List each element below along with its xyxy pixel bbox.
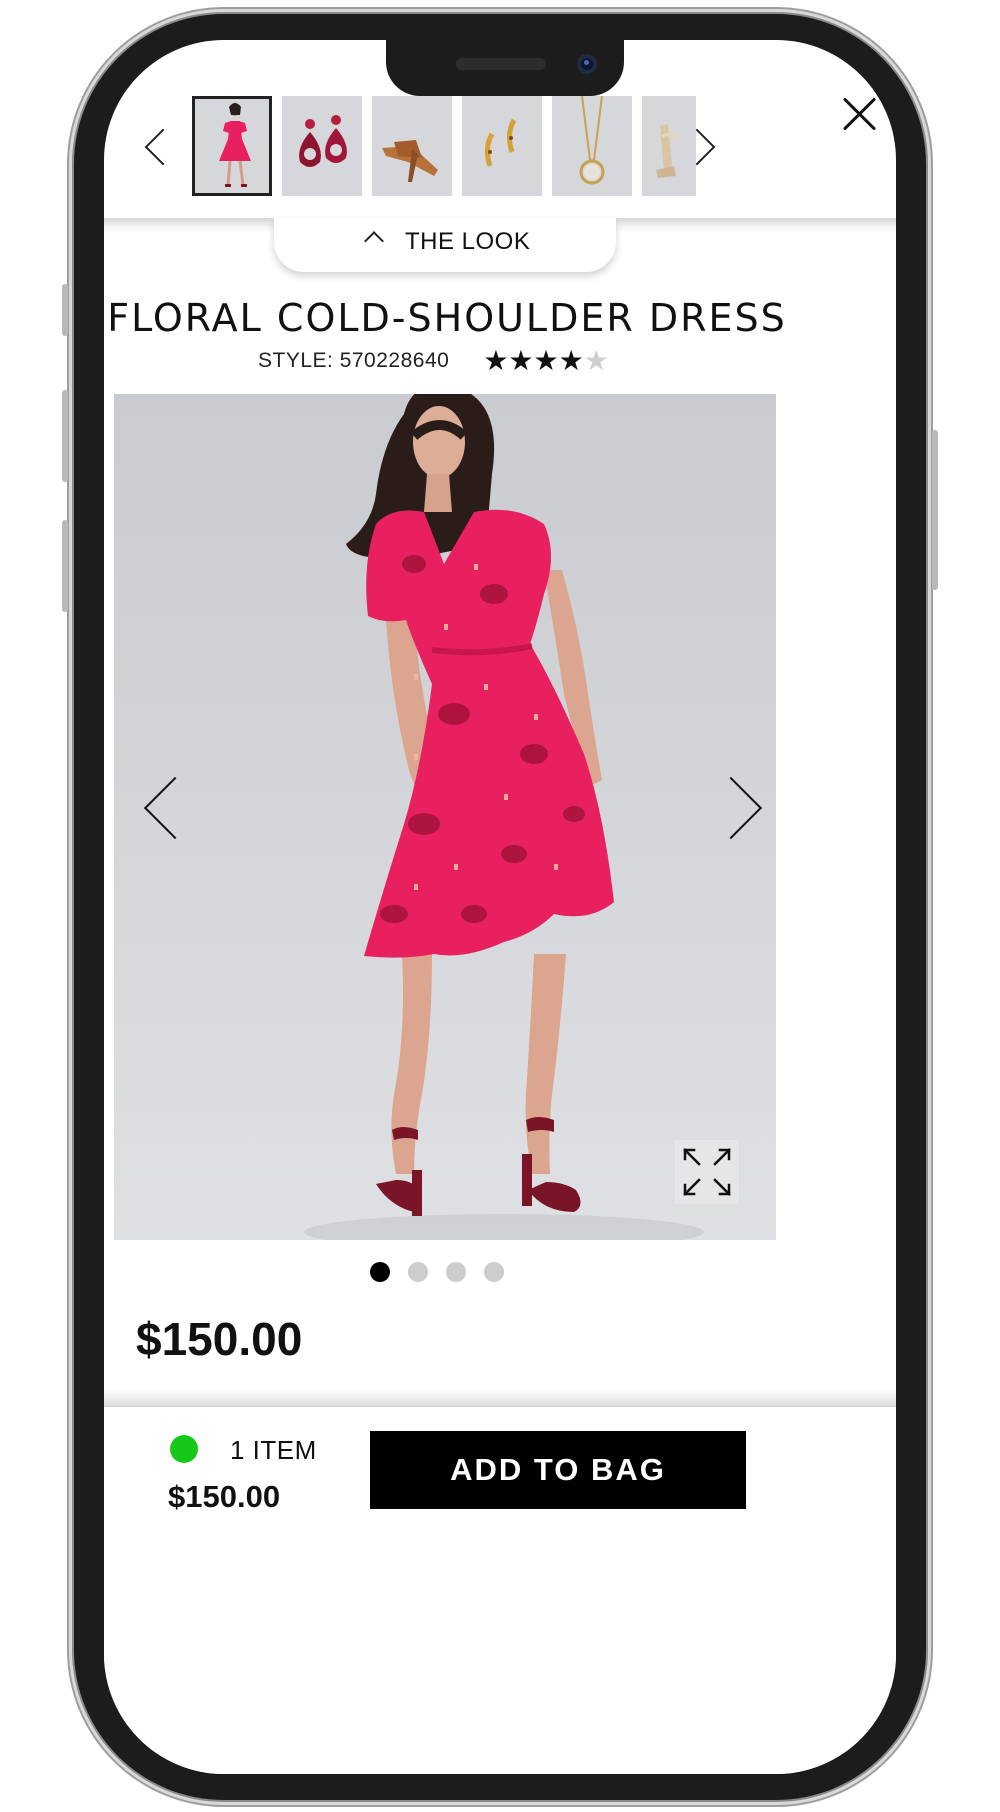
add-to-bag-button[interactable]: ADD TO BAG [370,1431,746,1509]
star-filled-icon: ★ [508,345,534,376]
thumbs-prev-chevron-icon[interactable] [144,128,182,166]
bag-item-count: 1 ITEM [230,1435,317,1465]
earrings-thumbnail-icon [282,96,362,196]
expand-arrows-icon [683,1148,731,1196]
chevron-up-icon [364,231,384,251]
style-number: STYLE: 570228640 [258,349,450,372]
carousel-dot[interactable] [484,1262,504,1282]
the-look-toggle[interactable]: THE LOOK [274,218,616,272]
thumbnail-dress[interactable] [192,96,272,196]
carousel-dots [370,1262,504,1282]
product-title: FLORAL COLD-SHOULDER DRESS [107,296,787,340]
product-price: $150.00 [136,1313,303,1365]
volume-down-button [62,520,68,612]
bag-summary-bar: 1 ITEM $150.00 ADD TO BAG [104,1406,896,1774]
hoop-earrings-thumbnail-icon [462,96,542,196]
star-rating[interactable]: ★ ★ ★ ★ ★ [483,345,609,376]
bottom-bar-shadow [104,1390,896,1406]
close-button[interactable] [838,92,882,136]
product-photo [114,394,776,1240]
sandal-thumbnail-icon [372,96,452,196]
thumbnail-sandal[interactable] [372,96,452,196]
bag-status-dot [170,1435,198,1463]
expand-image-button[interactable] [675,1140,739,1204]
heels-thumbnail-icon [642,96,696,196]
star-empty-icon: ★ [583,345,609,376]
star-filled-icon: ★ [558,345,584,376]
thumbnail-earrings[interactable] [282,96,362,196]
thumbnail-hoop-earrings[interactable] [462,96,542,196]
product-image-carousel[interactable] [114,394,776,1240]
dress-thumbnail-icon [195,99,269,193]
notch [386,40,624,96]
bag-total: $150.00 [168,1479,281,1514]
screen: THE LOOK FLORAL COLD-SHOULDER DRESS STYL… [104,40,896,1774]
speaker [456,58,546,70]
the-look-label: THE LOOK [405,228,531,255]
carousel-dot[interactable] [370,1262,390,1282]
necklace-thumbnail-icon [552,96,632,196]
carousel-dot[interactable] [446,1262,466,1282]
star-filled-icon: ★ [533,345,559,376]
mute-switch [62,284,68,336]
style-rating-row: STYLE: 570228640 ★ ★ ★ ★ ★ [258,345,609,376]
volume-up-button [62,390,68,482]
thumbnail-necklace[interactable] [552,96,632,196]
star-filled-icon: ★ [483,345,509,376]
look-thumbnails [192,96,696,200]
power-button [932,430,938,590]
thumbnail-heels[interactable] [642,96,696,196]
carousel-dot[interactable] [408,1262,428,1282]
camera [577,54,597,74]
